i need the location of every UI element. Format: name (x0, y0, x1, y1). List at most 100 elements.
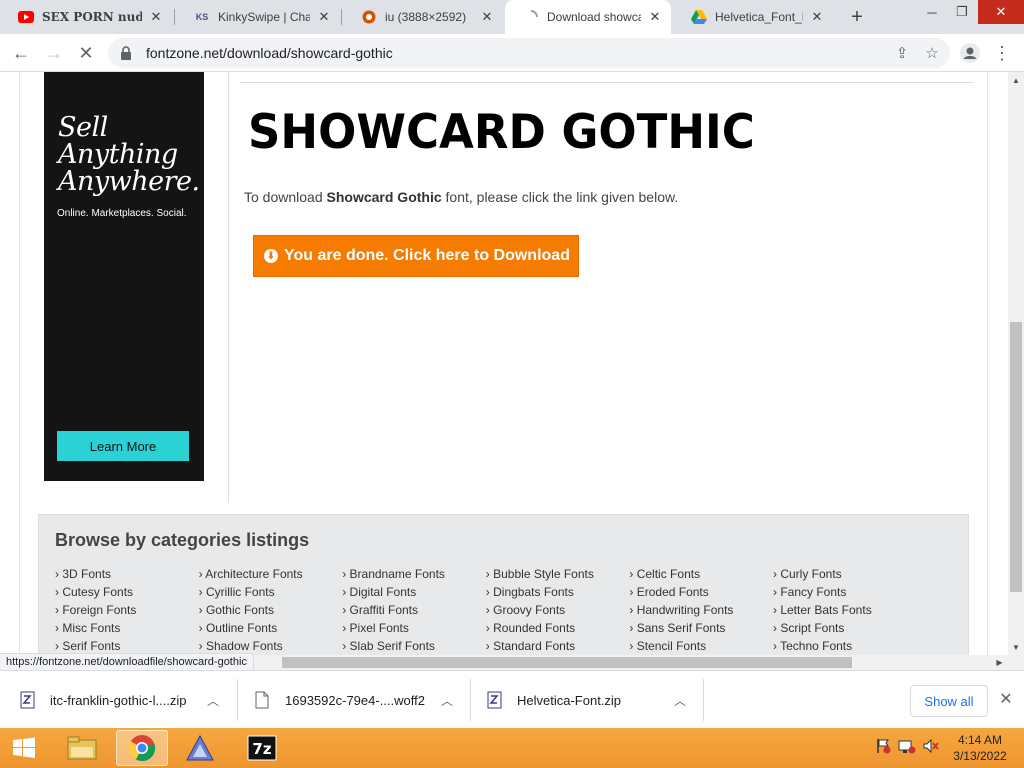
scroll-right-arrow-icon[interactable]: ▶ (992, 655, 1007, 670)
tab-strip: SEX PORN nude ✕ KS KinkySwipe | Chat ✕ i… (0, 0, 1024, 34)
close-tab-icon[interactable]: ✕ (647, 9, 663, 25)
7zip-icon: 7z (247, 735, 277, 761)
kebab-menu-icon[interactable]: ⋮ (990, 41, 1014, 65)
forward-arrow-icon[interactable]: → (42, 41, 66, 65)
category-link[interactable]: Celtic Fonts (629, 567, 773, 583)
categories-heading: Browse by categories listings (55, 530, 310, 550)
chrome-icon (128, 735, 156, 762)
new-tab-plus-icon[interactable]: + (846, 6, 868, 28)
category-link[interactable]: Techno Fonts (773, 639, 917, 655)
category-link[interactable]: Graffiti Fonts (342, 603, 486, 619)
category-link[interactable]: Groovy Fonts (486, 603, 630, 619)
download-item-0[interactable]: itc-franklin-gothic-l....zip ︿ (20, 679, 230, 721)
back-arrow-icon[interactable]: ← (9, 41, 33, 65)
tab-0[interactable]: SEX PORN nude ✕ (0, 0, 172, 34)
vertical-scrollbar[interactable]: ▲ ▼ (1008, 72, 1024, 655)
download-button-label: You are done. Click here to Download (284, 247, 570, 264)
download-filename: itc-franklin-gothic-l....zip (50, 692, 187, 708)
app-taskbar-button[interactable] (174, 730, 226, 766)
horizontal-scroll-thumb[interactable] (282, 657, 852, 668)
show-all-downloads-button[interactable]: Show all (910, 685, 988, 717)
restore-icon[interactable]: ❐ (946, 0, 978, 24)
category-link[interactable]: Script Fonts (773, 621, 917, 637)
start-button[interactable] (2, 730, 46, 766)
clock-time: 4:14 AM (957, 733, 1003, 747)
zip-archive-icon (487, 691, 503, 709)
ad-banner[interactable]: Sell Anything Anywhere. Online. Marketpl… (44, 72, 204, 481)
category-link[interactable]: Architecture Fonts (199, 567, 343, 583)
category-link[interactable]: Stencil Fonts (629, 639, 773, 655)
category-link[interactable]: Eroded Fonts (629, 585, 773, 601)
category-link[interactable]: Curly Fonts (773, 567, 917, 583)
chevron-up-icon[interactable]: ︿ (207, 692, 219, 709)
browser-toolbar: ← → ✕ fontzone.net/download/showcard-got… (0, 34, 1024, 72)
tab-1[interactable]: KS KinkySwipe | Chat ✕ (176, 0, 340, 34)
chevron-up-icon[interactable]: ︿ (674, 692, 686, 709)
category-link[interactable]: Cyrillic Fonts (199, 585, 343, 601)
clock-date: 3/13/2022 (953, 749, 1007, 763)
scroll-down-arrow-icon[interactable]: ▼ (1008, 639, 1024, 655)
ad-headline-line: Sell (58, 112, 108, 143)
category-link[interactable]: Bubble Style Fonts (486, 567, 630, 583)
category-link[interactable]: Sans Serif Fonts (629, 621, 773, 637)
close-tab-icon[interactable]: ✕ (479, 9, 495, 25)
category-link[interactable]: Rounded Fonts (486, 621, 630, 637)
category-link[interactable]: Slab Serif Fonts (342, 639, 486, 655)
category-link[interactable]: Cutesy Fonts (55, 585, 199, 601)
file-icon (255, 691, 271, 709)
file-explorer-taskbar-button[interactable] (56, 730, 108, 766)
lock-icon (120, 46, 134, 60)
vertical-scroll-thumb[interactable] (1010, 322, 1022, 592)
minimize-icon[interactable]: ─ (916, 0, 948, 24)
category-link[interactable]: Gothic Fonts (199, 603, 343, 619)
close-tab-icon[interactable]: ✕ (316, 9, 332, 25)
close-window-icon[interactable]: ✕ (978, 0, 1024, 24)
close-tab-icon[interactable]: ✕ (809, 9, 825, 25)
category-link[interactable]: Outline Fonts (199, 621, 343, 637)
loading-spinner-icon (523, 9, 539, 25)
category-link[interactable]: Pixel Fonts (342, 621, 486, 637)
taskbar-clock[interactable]: 4:14 AM 3/13/2022 (946, 732, 1014, 764)
chevron-up-icon[interactable]: ︿ (441, 692, 453, 709)
download-button[interactable]: ⬇ You are done. Click here to Download (253, 235, 579, 277)
category-link[interactable]: Standard Fonts (486, 639, 630, 655)
category-link[interactable]: Brandname Fonts (342, 567, 486, 583)
screen: SEX PORN nude ✕ KS KinkySwipe | Chat ✕ i… (0, 0, 1024, 768)
category-link[interactable]: Foreign Fonts (55, 603, 199, 619)
scroll-up-arrow-icon[interactable]: ▲ (1008, 72, 1024, 88)
network-icon[interactable] (898, 736, 916, 756)
tab-4[interactable]: Helvetica_Font_Fan ✕ (673, 0, 833, 34)
stop-loading-icon[interactable]: ✕ (74, 41, 98, 65)
category-link[interactable]: 3D Fonts (55, 567, 199, 583)
font-preview-title: SHOWCARD GOTHIC (248, 104, 755, 160)
ad-headline-line: Anywhere. (58, 166, 200, 197)
download-item-2[interactable]: Helvetica-Font.zip ︿ (487, 679, 697, 721)
volume-muted-icon[interactable] (922, 736, 940, 756)
category-link[interactable]: Fancy Fonts (773, 585, 917, 601)
download-item-1[interactable]: 1693592c-79e4-....woff2 ︿ (255, 679, 465, 721)
close-download-shelf-icon[interactable]: ✕ (996, 689, 1016, 709)
profile-avatar-icon[interactable] (958, 41, 982, 65)
learn-more-button[interactable]: Learn More (57, 431, 189, 461)
scrollbar-corner (1008, 655, 1024, 670)
address-bar[interactable]: fontzone.net/download/showcard-gothic ⇪ … (108, 38, 950, 68)
google-drive-icon (691, 9, 707, 25)
instruction-text: font, please click the link given below. (441, 189, 679, 205)
bookmark-star-icon[interactable]: ☆ (920, 41, 944, 65)
category-link[interactable]: Digital Fonts (342, 585, 486, 601)
7zip-taskbar-button[interactable]: 7z (236, 730, 288, 766)
category-link[interactable]: Dingbats Fonts (486, 585, 630, 601)
tab-3-active[interactable]: Download showca ✕ (505, 0, 671, 34)
category-link[interactable]: Misc Fonts (55, 621, 199, 637)
share-icon[interactable]: ⇪ (890, 41, 914, 65)
ad-subline: Online. Marketplaces. Social. (57, 208, 187, 219)
tab-2[interactable]: iu (3888×2592) ✕ (343, 0, 503, 34)
category-link[interactable]: Handwriting Fonts (629, 603, 773, 619)
url-text: fontzone.net/download/showcard-gothic (146, 45, 393, 61)
category-link[interactable]: Letter Bats Fonts (773, 603, 917, 619)
windows-logo-icon (13, 737, 35, 758)
chrome-taskbar-button[interactable] (116, 730, 168, 766)
close-tab-icon[interactable]: ✕ (148, 9, 164, 25)
tab-title: Download showca (547, 10, 641, 24)
action-center-flag-icon[interactable] (874, 736, 892, 756)
